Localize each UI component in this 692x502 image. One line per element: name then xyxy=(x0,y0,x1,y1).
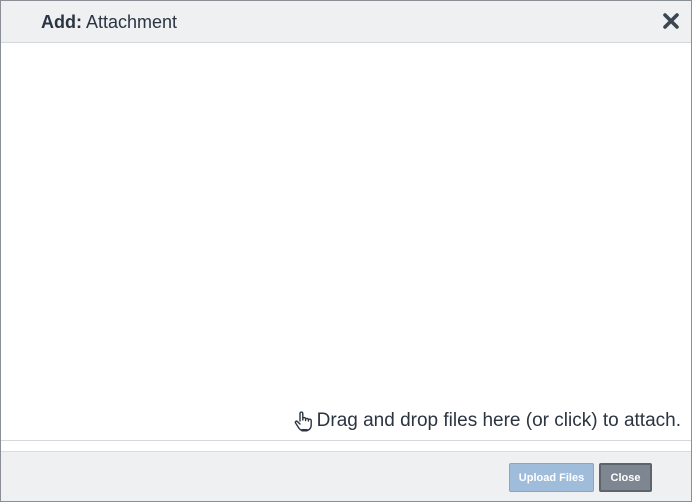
drop-hint-text: Drag and drop files here (or click) to a… xyxy=(316,410,681,431)
drop-hint: Drag and drop files here (or click) to a… xyxy=(293,410,681,432)
dialog-title-name: Attachment xyxy=(86,12,178,32)
dialog-footer: Upload Files Close xyxy=(1,451,691,501)
dialog-header: Add: Attachment xyxy=(1,1,691,43)
file-drop-zone[interactable]: Drag and drop files here (or click) to a… xyxy=(1,43,691,440)
dropzone-divider xyxy=(1,440,691,441)
pointing-hand-icon xyxy=(293,410,313,432)
upload-files-button[interactable]: Upload Files xyxy=(509,463,594,492)
attachment-dialog: Add: Attachment Drag and drop files here… xyxy=(0,0,692,502)
dialog-title: Add: Attachment xyxy=(41,12,177,32)
close-button[interactable]: Close xyxy=(599,463,652,492)
close-x-icon[interactable] xyxy=(661,11,681,31)
dialog-title-prefix: Add: xyxy=(41,12,82,32)
